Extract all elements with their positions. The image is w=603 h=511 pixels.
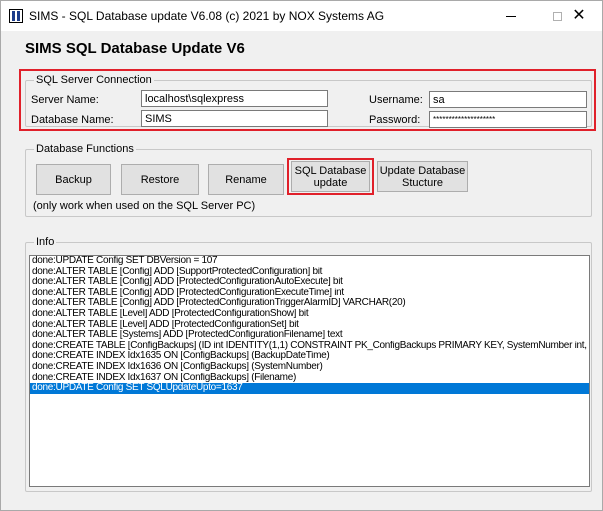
info-legend: Info [34, 236, 57, 248]
list-item[interactable]: done:ALTER TABLE [Config] ADD [SupportPr… [30, 267, 589, 278]
minimize-icon [506, 15, 516, 17]
username-input[interactable] [429, 91, 587, 108]
list-item[interactable]: done:CREATE INDEX Idx1637 ON [ConfigBack… [30, 373, 589, 384]
update-database-structure-button[interactable]: Update Database Stucture [377, 161, 468, 192]
list-item[interactable]: done:UPDATE Config SET DBVersion = 107 [30, 256, 589, 267]
update-structure-label-line1: Update Database [379, 164, 466, 177]
sql-update-label-line2: update [313, 176, 348, 189]
server-name-input[interactable] [141, 90, 328, 107]
server-name-label: Server Name: [31, 94, 99, 106]
title-bar[interactable]: SIMS - SQL Database update V6.08 (c) 202… [1, 1, 602, 31]
window-title: SIMS - SQL Database update V6.08 (c) 202… [29, 9, 385, 23]
backup-button[interactable]: Backup [36, 164, 111, 195]
sql-database-update-button[interactable]: SQL Database update [291, 161, 370, 192]
app-icon [9, 9, 23, 23]
close-button[interactable]: ✕ [556, 1, 602, 31]
sql-update-label-line1: SQL Database [294, 164, 367, 177]
functions-legend: Database Functions [34, 143, 136, 155]
app-window: SIMS - SQL Database update V6.08 (c) 202… [0, 0, 603, 511]
server-pc-note: (only work when used on the SQL Server P… [33, 200, 256, 212]
password-label: Password: [369, 114, 421, 126]
list-item[interactable]: done:ALTER TABLE [Level] ADD [ProtectedC… [30, 320, 589, 331]
info-log-list[interactable]: done:UPDATE Config SET DBVersion = 107 do… [29, 255, 590, 487]
username-label: Username: [369, 94, 423, 106]
restore-label: Restore [140, 173, 180, 186]
close-icon: ✕ [572, 7, 586, 24]
list-item[interactable]: done:CREATE INDEX Idx1636 ON [ConfigBack… [30, 362, 589, 373]
password-input[interactable] [429, 111, 587, 128]
connection-legend: SQL Server Connection [34, 74, 154, 86]
list-item[interactable]: done:ALTER TABLE [Level] ADD [ProtectedC… [30, 309, 589, 320]
list-item[interactable]: done:ALTER TABLE [Config] ADD [Protected… [30, 298, 589, 309]
list-item[interactable]: done:ALTER TABLE [Systems] ADD [Protecte… [30, 330, 589, 341]
rename-label: Rename [225, 173, 267, 186]
list-item[interactable]: done:ALTER TABLE [Config] ADD [Protected… [30, 277, 589, 288]
database-name-input[interactable] [141, 110, 328, 127]
page-title: SIMS SQL Database Update V6 [25, 40, 245, 57]
list-item[interactable]: done:CREATE TABLE [ConfigBackups] (ID in… [30, 341, 589, 352]
restore-button[interactable]: Restore [121, 164, 199, 195]
update-structure-label-line2: Stucture [402, 176, 443, 189]
database-name-label: Database Name: [31, 114, 114, 126]
list-item[interactable]: done:CREATE INDEX Idx1635 ON [ConfigBack… [30, 351, 589, 362]
rename-button[interactable]: Rename [208, 164, 284, 195]
minimize-button[interactable] [488, 1, 534, 31]
list-item[interactable]: done:UPDATE Config SET SQLUpdateUpto=163… [30, 383, 589, 394]
list-item[interactable]: done:ALTER TABLE [Config] ADD [Protected… [30, 288, 589, 299]
backup-label: Backup [55, 173, 92, 186]
